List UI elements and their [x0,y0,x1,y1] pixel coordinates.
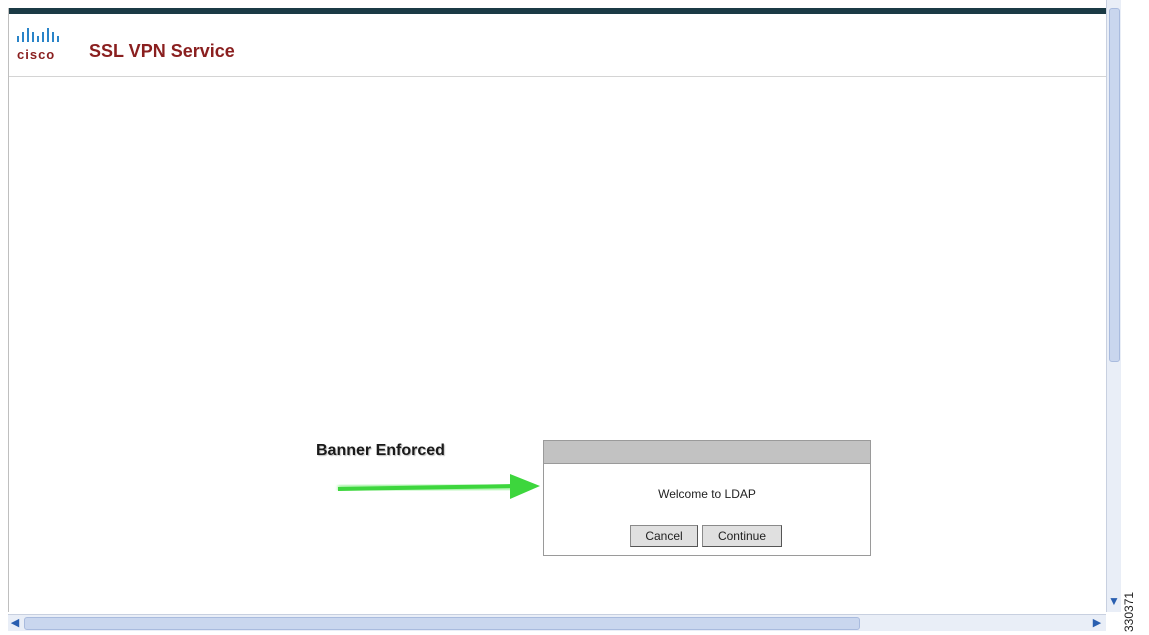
horizontal-scroll-thumb[interactable] [24,617,860,630]
page-header: cisco SSL VPN Service [9,14,1107,76]
cancel-button[interactable]: Cancel [630,525,698,547]
scroll-down-icon[interactable]: ▼ [1107,592,1121,610]
cisco-logo-icon: cisco [17,25,83,69]
banner-dialog: Welcome to LDAP Cancel Continue [543,440,871,556]
figure-id: 330371 [1122,591,1136,632]
horizontal-scrollbar[interactable]: ◀ ▶ [8,614,1106,631]
dialog-header [544,441,870,464]
scroll-right-icon[interactable]: ▶ [1090,616,1104,630]
scroll-left-icon[interactable]: ◀ [8,616,22,630]
vertical-scrollbar[interactable]: ▼ [1106,0,1121,612]
continue-button[interactable]: Continue [702,525,782,547]
browser-window: cisco SSL VPN Service Banner Enforced We… [8,8,1107,612]
dialog-message: Welcome to LDAP [658,487,756,501]
header-divider [9,76,1107,77]
annotation-label: Banner Enforced [316,442,445,459]
page-title: SSL VPN Service [89,41,235,61]
logo-text: cisco [17,47,56,62]
vertical-scroll-thumb[interactable] [1109,8,1120,362]
green-arrow-icon [337,474,540,499]
